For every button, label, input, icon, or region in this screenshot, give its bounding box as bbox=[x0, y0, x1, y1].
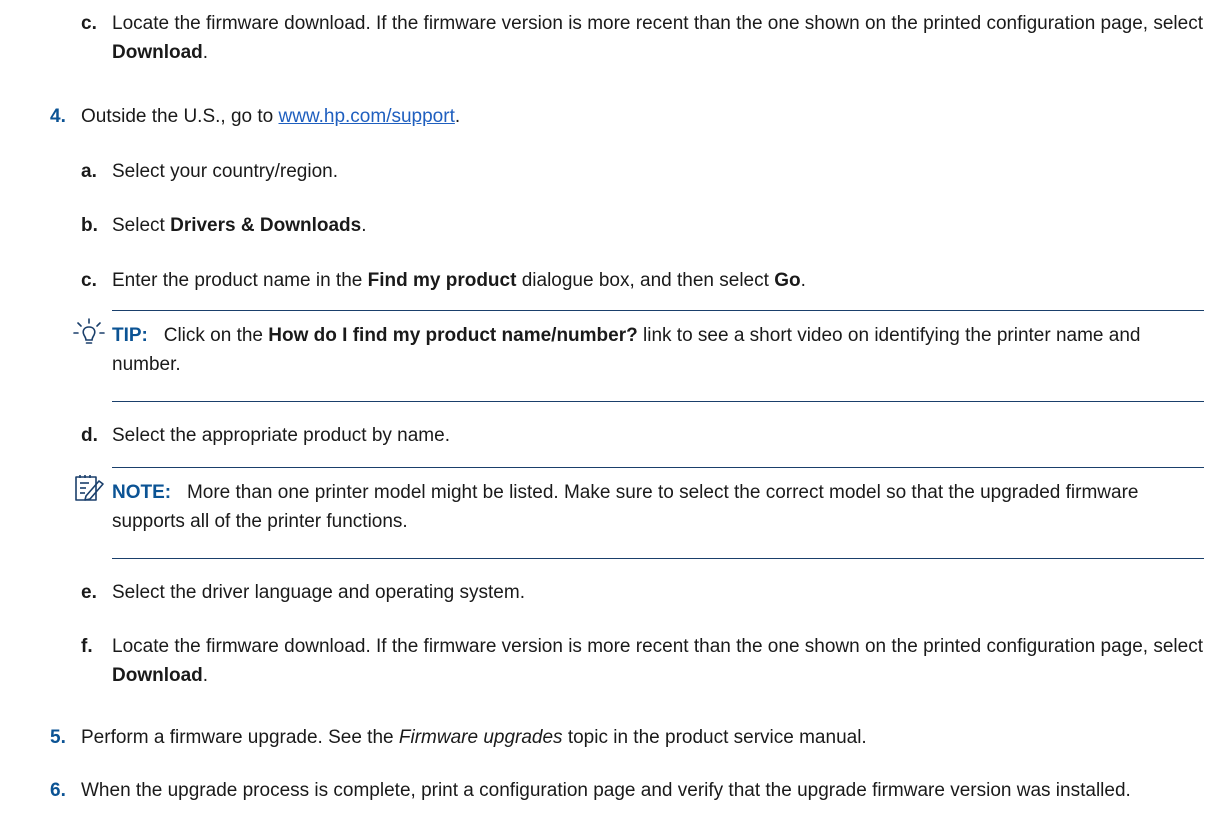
hp-support-link[interactable]: www.hp.com/support bbox=[279, 106, 455, 127]
find-my-product-bold: Find my product bbox=[367, 270, 517, 291]
step-4c-text: Enter the product name in the Find my pr… bbox=[112, 266, 1204, 295]
step-letter-e: e. bbox=[81, 582, 97, 603]
note-label: NOTE: bbox=[112, 482, 172, 503]
step-4a-text: Select your country/region. bbox=[112, 161, 339, 182]
step-4-text: Outside the U.S., go to www.hp.com/suppo… bbox=[81, 102, 1204, 131]
step-letter-d: d. bbox=[81, 425, 98, 446]
step-4-part1: Outside the U.S., go to bbox=[81, 106, 279, 127]
tip-part1: Click on the bbox=[163, 325, 269, 346]
download-bold: Download bbox=[112, 665, 203, 686]
drivers-downloads-bold: Drivers & Downloads bbox=[170, 215, 362, 236]
step-4d-text: Select the appropriate product by name. bbox=[112, 425, 450, 446]
step-4f-part2: . bbox=[202, 665, 209, 686]
note-callout: NOTE: More than one printer model might … bbox=[112, 467, 1204, 559]
note-text: NOTE: More than one printer model might … bbox=[112, 468, 1204, 536]
download-bold-top: Download bbox=[112, 42, 203, 63]
step-5-part2: topic in the product service manual. bbox=[562, 727, 867, 748]
step-4c-part1: Enter the product name in the bbox=[112, 270, 368, 291]
step-4c-part3: . bbox=[800, 270, 806, 291]
how-do-i-find-bold: How do I find my product name/number? bbox=[268, 325, 638, 346]
step-letter-c-top: c. bbox=[81, 13, 97, 34]
step-letter-b: b. bbox=[81, 215, 98, 236]
step-5-text: Perform a firmware upgrade. See the Firm… bbox=[81, 723, 1204, 752]
step-4e-text: Select the driver language and operating… bbox=[112, 582, 525, 603]
document-page: c. Locate the firmware download. If the … bbox=[0, 0, 1228, 835]
step-4b-text: Select Drivers & Downloads. bbox=[112, 211, 1204, 240]
step-4c-part2: dialogue box, and then select bbox=[516, 270, 775, 291]
lightbulb-icon bbox=[72, 318, 106, 348]
tip-text: TIP: Click on the How do I find my produ… bbox=[112, 311, 1204, 379]
go-bold: Go bbox=[774, 270, 801, 291]
step-c-top-part1: Locate the firmware download. If the fir… bbox=[112, 13, 1203, 34]
note-body: More than one printer model might be lis… bbox=[112, 482, 1139, 532]
note-icon bbox=[72, 474, 106, 504]
step-4-part2: . bbox=[454, 106, 461, 127]
step-4f-part1: Locate the firmware download. If the fir… bbox=[112, 636, 1203, 657]
tip-callout: TIP: Click on the How do I find my produ… bbox=[112, 310, 1204, 402]
tip-label: TIP: bbox=[112, 325, 148, 346]
step-c-top-part2: . bbox=[202, 42, 209, 63]
step-c-top-text: Locate the firmware download. If the fir… bbox=[112, 9, 1204, 67]
step-4f-text: Locate the firmware download. If the fir… bbox=[112, 632, 1204, 690]
firmware-upgrades-italic: Firmware upgrades bbox=[398, 727, 563, 748]
step-letter-c: c. bbox=[81, 270, 97, 291]
step-4b-part1: Select bbox=[112, 215, 171, 236]
step-letter-a: a. bbox=[81, 161, 97, 182]
step-6-text: When the upgrade process is complete, pr… bbox=[81, 780, 1131, 801]
step-letter-f: f. bbox=[81, 636, 93, 657]
step-5-part1: Perform a firmware upgrade. See the bbox=[81, 727, 399, 748]
step-4b-part2: . bbox=[361, 215, 367, 236]
